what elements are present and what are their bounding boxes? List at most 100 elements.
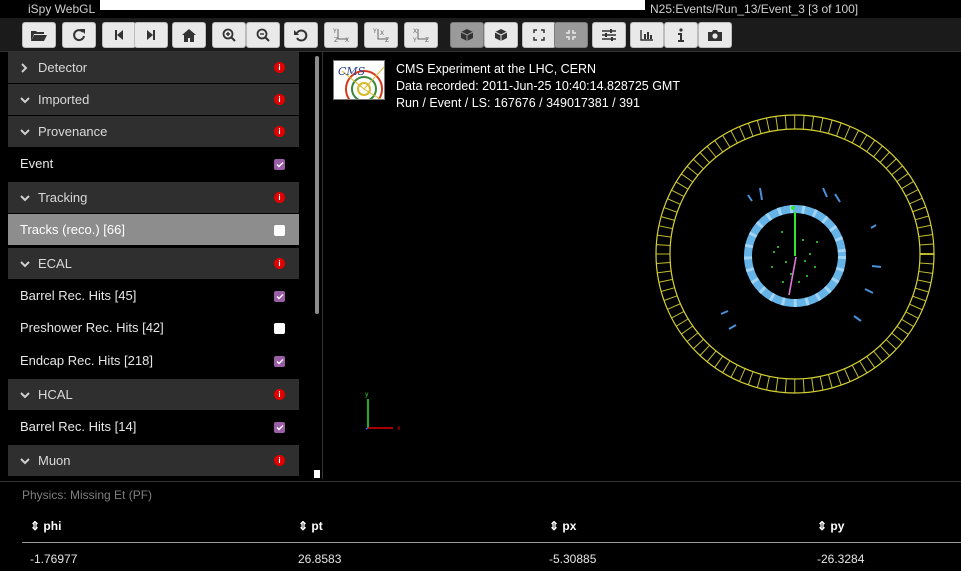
- reload-button[interactable]: [62, 22, 96, 48]
- item-label: Preshower Rec. Hits [42]: [20, 320, 164, 335]
- info-icon[interactable]: i: [274, 258, 285, 269]
- view-xz-button[interactable]: Y ZX: [364, 22, 398, 48]
- fullscreen-button[interactable]: [522, 22, 556, 48]
- event-path-title: N25:Events/Run_13/Event_3 [3 of 100]: [650, 2, 859, 16]
- sort-icon: ⇕: [549, 519, 560, 533]
- chevron-down-icon: [20, 128, 38, 136]
- event-display-canvas[interactable]: CMS CMS Experiment at the LHC, CERN Data…: [322, 52, 961, 479]
- perspective-view-icon: [460, 29, 474, 41]
- svg-text:Y: Y: [332, 28, 337, 35]
- info-icon[interactable]: i: [274, 62, 285, 73]
- visibility-checkbox[interactable]: [274, 159, 285, 170]
- exit-fullscreen-button[interactable]: [554, 22, 588, 48]
- view-yx-button[interactable]: Y X Z: [324, 22, 358, 48]
- zoom-in-button[interactable]: [212, 22, 246, 48]
- visibility-checkbox[interactable]: [274, 422, 285, 433]
- group-label: Muon: [38, 453, 71, 468]
- column-header-pt[interactable]: ⇕ pt: [298, 519, 323, 533]
- sort-icon: ⇕: [30, 519, 41, 533]
- camera-icon: [708, 30, 722, 41]
- previous-event-button[interactable]: [102, 22, 136, 48]
- svg-text:Y: Y: [372, 28, 377, 35]
- info-icon[interactable]: i: [274, 192, 285, 203]
- svg-text:X: X: [380, 30, 384, 37]
- zoom-out-button[interactable]: [246, 22, 280, 48]
- screenshot-button[interactable]: [698, 22, 732, 48]
- home-button[interactable]: [172, 22, 206, 48]
- svg-text:Z: Z: [425, 37, 429, 43]
- group-provenance[interactable]: Provenance i: [8, 116, 299, 147]
- group-label: ECAL: [38, 256, 72, 271]
- scroll-corner: [314, 470, 320, 478]
- column-header-py[interactable]: ⇕ py: [817, 519, 844, 533]
- group-ecal[interactable]: ECAL i: [8, 248, 299, 279]
- open-file-icon: [31, 31, 47, 41]
- missing-et-arrow: [788, 256, 797, 296]
- open-file-button[interactable]: [22, 22, 56, 48]
- cell-px: -5.30885: [549, 552, 597, 566]
- collections-sidebar: Detector i Imported i Provenance i Event…: [8, 52, 320, 479]
- z-axis-line: [365, 427, 369, 430]
- reset-rotation-button[interactable]: [284, 22, 318, 48]
- group-label: Imported: [38, 92, 90, 107]
- detector-view: y x: [365, 114, 935, 432]
- group-label: Provenance: [38, 124, 108, 139]
- info-icon: [678, 28, 684, 42]
- group-tracking[interactable]: Tracking i: [8, 182, 299, 213]
- reload-icon: [73, 29, 85, 42]
- chart-button[interactable]: [630, 22, 664, 48]
- info-button[interactable]: [664, 22, 698, 48]
- list-item-tracks[interactable]: Tracks (reco.) [66]: [8, 214, 299, 245]
- visibility-checkbox[interactable]: [274, 323, 285, 334]
- toolbar: YXZ YZX XZY: [0, 18, 961, 52]
- perspective-view-button[interactable]: [450, 22, 484, 48]
- chevron-right-icon: [20, 62, 38, 73]
- view-yz-button[interactable]: X Z Y: [404, 22, 438, 48]
- window-title-bar: iSpy WebGL N25:Events/Run_13/Event_3 [3 …: [0, 0, 961, 18]
- title-bar-overlay: [100, 0, 645, 10]
- cell-py: -26.3284: [817, 552, 865, 566]
- sort-icon: ⇕: [817, 519, 828, 533]
- group-label: HCAL: [38, 387, 73, 402]
- info-icon[interactable]: i: [274, 455, 285, 466]
- table-header-divider: [22, 542, 961, 543]
- sidebar-scrollbar[interactable]: [315, 56, 319, 314]
- reconstructed-hits: [771, 206, 818, 283]
- group-detector[interactable]: Detector i: [8, 52, 299, 83]
- column-header-phi[interactable]: ⇕ phi: [30, 519, 61, 533]
- app-title: iSpy WebGL: [28, 2, 96, 16]
- item-label: Tracks (reco.) [66]: [20, 222, 125, 237]
- cell-phi: -1.76977: [30, 552, 78, 566]
- item-label: Event: [20, 156, 54, 171]
- x-axis-label: x: [397, 425, 401, 432]
- view-xz-icon: Y ZX: [372, 28, 389, 43]
- list-item-preshower[interactable]: Preshower Rec. Hits [42]: [8, 312, 299, 343]
- column-header-px[interactable]: ⇕ px: [549, 519, 576, 533]
- list-item-ecal-barrel[interactable]: Barrel Rec. Hits [45]: [8, 280, 299, 311]
- chevron-down-icon: [20, 391, 38, 399]
- visibility-checkbox[interactable]: [274, 291, 285, 302]
- settings-sliders-icon: [602, 29, 616, 41]
- orthographic-view-button[interactable]: [484, 22, 518, 48]
- item-label: Barrel Rec. Hits [45]: [20, 288, 137, 303]
- group-imported[interactable]: Imported i: [8, 84, 299, 115]
- chevron-down-icon: [20, 457, 38, 465]
- y-axis-label: y: [365, 391, 369, 398]
- list-item-hcal-barrel[interactable]: Barrel Rec. Hits [14]: [8, 411, 299, 442]
- info-icon[interactable]: i: [274, 126, 285, 137]
- info-icon[interactable]: i: [274, 389, 285, 400]
- list-item-endcap[interactable]: Endcap Rec. Hits [218]: [8, 345, 299, 376]
- group-hcal[interactable]: HCAL i: [8, 379, 299, 410]
- visibility-checkbox[interactable]: [274, 356, 285, 367]
- next-event-button[interactable]: [134, 22, 168, 48]
- svg-text:X: X: [345, 37, 349, 43]
- group-muon[interactable]: Muon i: [8, 445, 299, 476]
- list-item-event[interactable]: Event: [8, 148, 299, 179]
- info-icon[interactable]: i: [274, 94, 285, 105]
- fullscreen-icon: [533, 29, 545, 41]
- group-label: Detector: [38, 60, 88, 75]
- orthographic-view-icon: [494, 29, 508, 41]
- visibility-checkbox[interactable]: [274, 225, 285, 236]
- next-event-icon: [147, 30, 155, 40]
- settings-button[interactable]: [592, 22, 626, 48]
